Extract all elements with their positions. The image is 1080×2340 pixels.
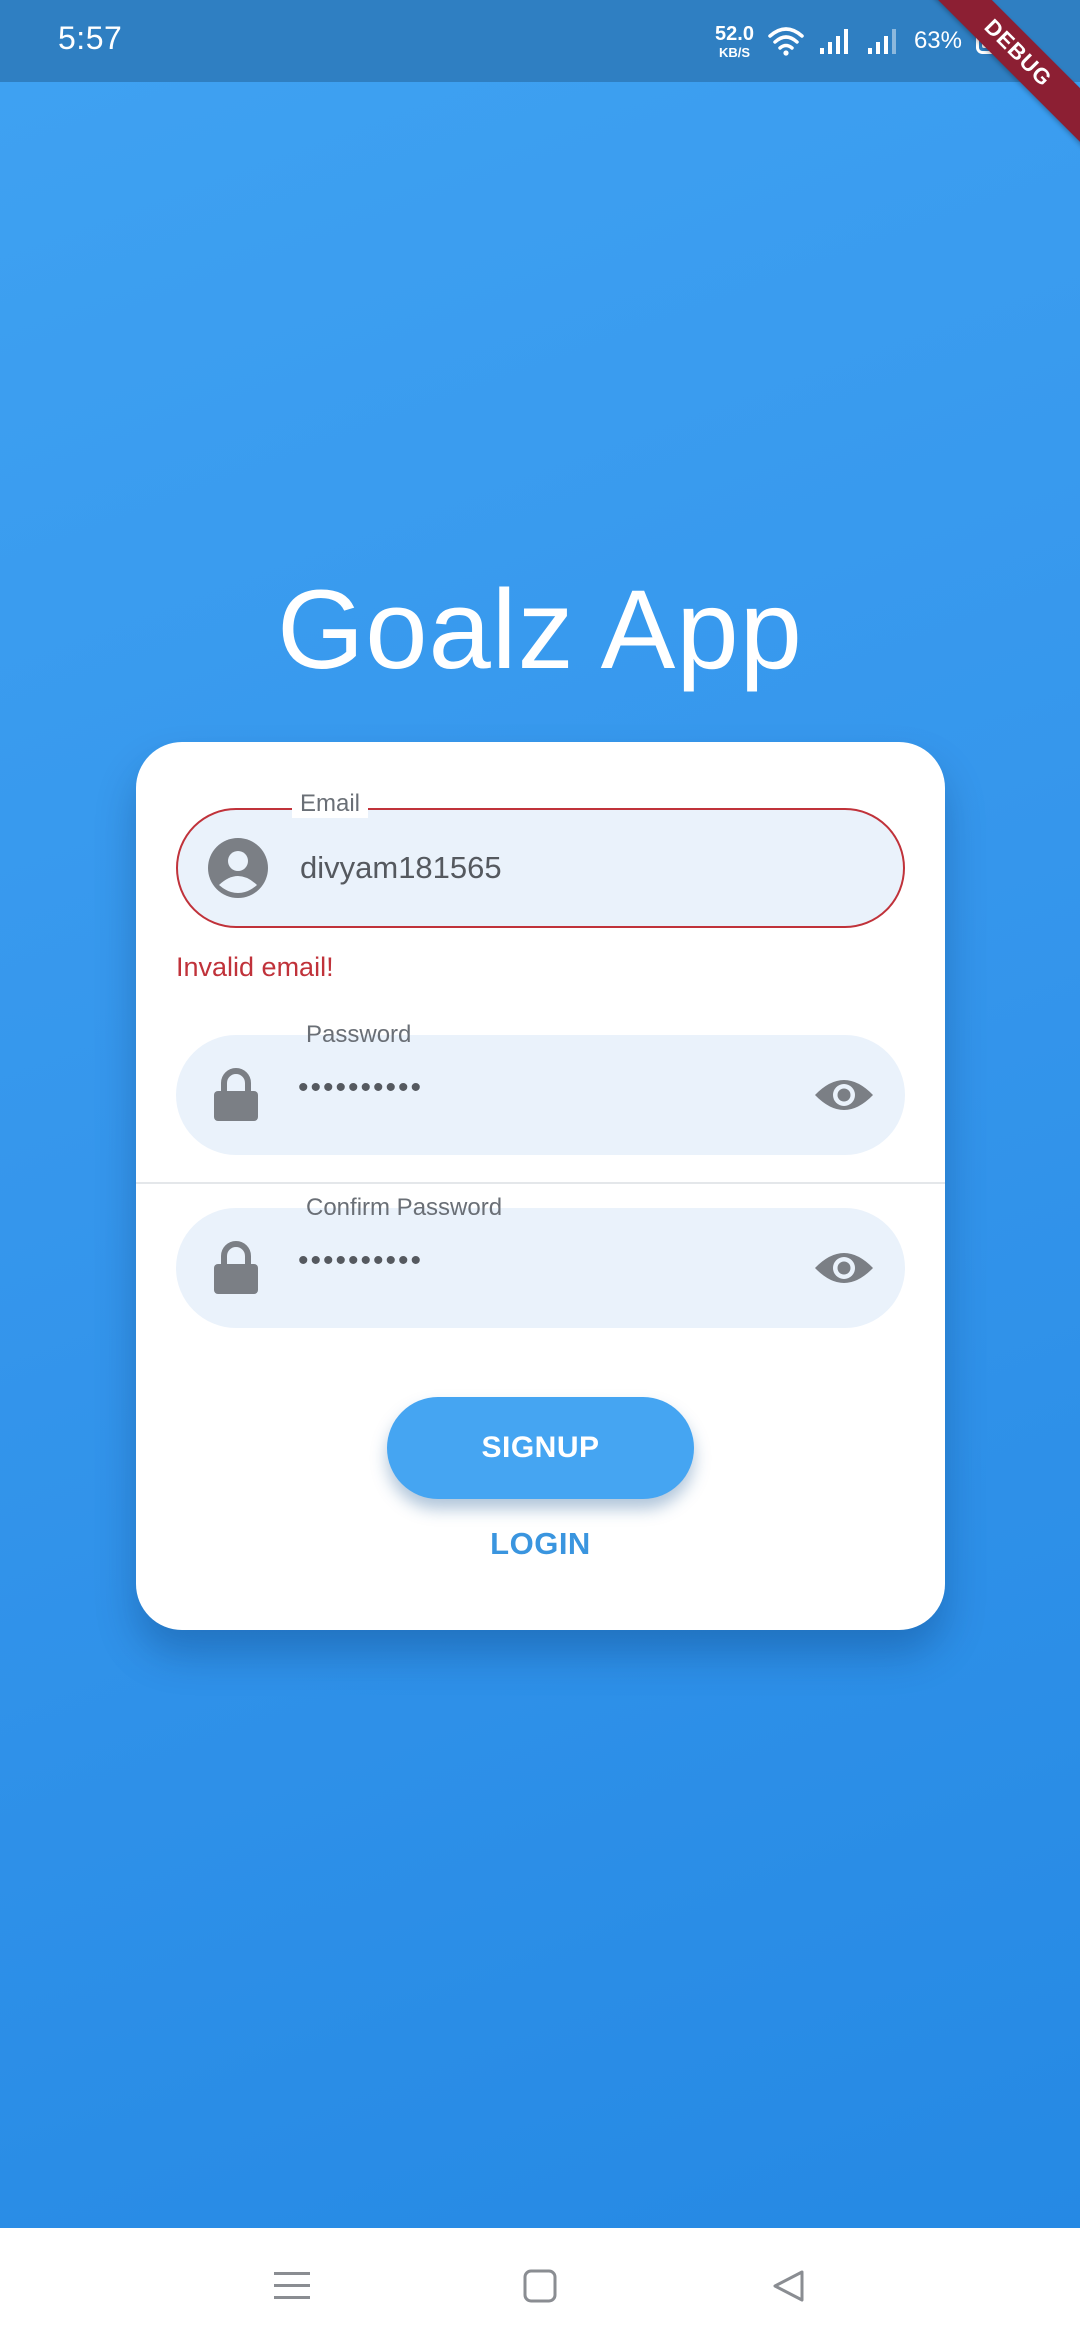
- divider: [136, 1182, 945, 1184]
- eye-icon[interactable]: [811, 1062, 877, 1128]
- eye-icon[interactable]: [811, 1235, 877, 1301]
- signal-icon: [818, 26, 852, 56]
- email-field[interactable]: Email divyam181565: [176, 790, 905, 928]
- login-link[interactable]: LOGIN: [136, 1526, 945, 1562]
- network-speed-unit: KB/S: [718, 44, 751, 60]
- lock-icon: [204, 1236, 268, 1300]
- email-input[interactable]: divyam181565: [300, 850, 502, 886]
- signup-screen: 5:57 52.0 KB/S 63% DEBUG Goalz App Email…: [0, 0, 1080, 2340]
- email-label: Email: [292, 790, 369, 818]
- wifi-icon: [768, 26, 804, 56]
- confirm-password-input[interactable]: ••••••••••: [298, 1244, 423, 1278]
- password-field[interactable]: Password ••••••••••: [176, 1021, 905, 1155]
- account-circle-icon: [206, 836, 270, 900]
- password-input[interactable]: ••••••••••: [298, 1071, 423, 1105]
- confirm-password-label: Confirm Password: [306, 1194, 503, 1221]
- password-label: Password: [306, 1021, 412, 1048]
- email-error-text: Invalid email!: [176, 952, 334, 982]
- battery-percentage: 63%: [913, 27, 962, 54]
- home-icon[interactable]: [512, 2258, 568, 2314]
- menu-icon[interactable]: [264, 2258, 320, 2314]
- lock-icon: [204, 1063, 268, 1127]
- back-icon[interactable]: [760, 2258, 816, 2314]
- network-speed-value: 52.0: [715, 22, 754, 45]
- network-speed: 52.0 KB/S: [715, 24, 754, 59]
- status-bar: 5:57 52.0 KB/S 63%: [0, 0, 1080, 82]
- confirm-password-field[interactable]: Confirm Password ••••••••••: [176, 1194, 905, 1328]
- signup-card: Email divyam181565 Invalid email! Passwo…: [136, 742, 945, 1630]
- navigation-bar: [0, 2228, 1080, 2340]
- signup-button[interactable]: SIGNUP: [387, 1397, 694, 1499]
- app-title: Goalz App: [277, 567, 803, 692]
- status-time: 5:57: [58, 20, 123, 56]
- signal-icon: [866, 26, 900, 56]
